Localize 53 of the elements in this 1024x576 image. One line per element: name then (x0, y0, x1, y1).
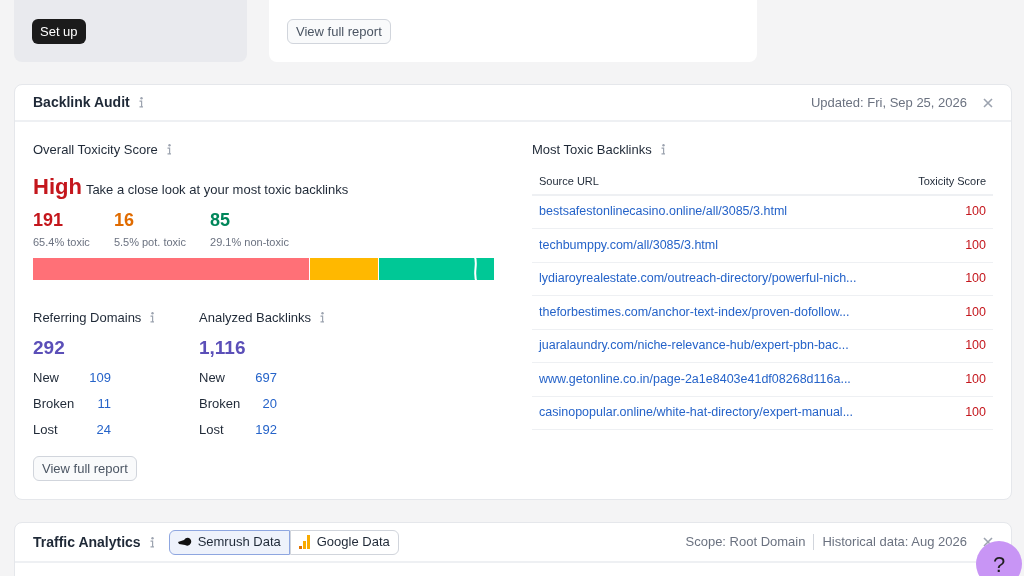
metric-link[interactable]: 697 (255, 368, 277, 388)
metric-label: Broken (33, 395, 75, 414)
metric-link[interactable]: 11 (97, 394, 111, 414)
metric-label: New (33, 369, 59, 388)
toxicity-score: 100 (965, 270, 986, 288)
column-header: Toxicity Score (918, 174, 986, 190)
url-link[interactable]: bestsafestonlinecasino.online/all/3085/3.html (539, 202, 788, 222)
stat-value: 16 (113, 208, 135, 232)
view-report-button[interactable]: View full report (33, 456, 137, 481)
url-link[interactable]: www.getonline.co.in/page-2a1e8403e41df08268d116a... (539, 369, 851, 389)
toxicity-score: 100 (965, 236, 986, 254)
column-header: Source URL (539, 174, 599, 190)
metric-label: Lost (199, 421, 224, 440)
metric-label: New (199, 369, 225, 388)
metric-label: Lost (33, 421, 58, 440)
metric-total: 292 (33, 335, 66, 360)
metric-label: Broken (199, 395, 241, 414)
stat-value: 85 (210, 208, 232, 232)
scope-label: Scope: Root Domain (685, 533, 806, 552)
help-button[interactable]: ? (976, 541, 1022, 576)
card-title: Traffic Analytics (33, 532, 141, 552)
section-title: Most Toxic Backlinks (532, 141, 652, 159)
toxicity-score: 100 (965, 370, 986, 388)
metric-link[interactable]: 20 (262, 394, 277, 414)
stat-value: 191 (33, 208, 65, 232)
toxicity-message: Take a close look at your most toxic backlinks (85, 180, 349, 199)
metric-total: 1,116 (199, 335, 247, 360)
toxicity-score: 100 (965, 404, 986, 422)
section-title: Overall Toxicity Score (33, 141, 158, 159)
updated-date: Updated: Fri, Sep 25, 2026 (810, 93, 967, 112)
stat-label: 29.1% non-toxic (210, 234, 289, 250)
toxicity-score: 100 (965, 203, 986, 221)
url-link[interactable]: casinopopular.online/white-hat-directory/expert-manual... (539, 403, 854, 423)
url-link[interactable]: theforbestimes.com/anchor-text-index/proven-dofollow... (539, 302, 850, 322)
metric-title: Referring Domains (33, 309, 142, 327)
stat-label: 5.5% pot. toxic (113, 234, 187, 250)
url-link[interactable]: techbumppy.com/all/3085/3.html (539, 235, 719, 255)
setup-button[interactable]: Set up (32, 19, 86, 44)
metric-link[interactable]: 109 (89, 368, 111, 388)
data-source-tab[interactable]: Semrush Data (168, 529, 290, 555)
url-link[interactable]: juaralaundry.com/niche-relevance-hub/expert-pbn-bac... (539, 336, 849, 356)
url-link[interactable]: lydiaroyrealestate.com/outreach-directory/powerful-nich... (539, 269, 857, 289)
toxicity-level: High (33, 172, 82, 201)
stat-label: 65.4% toxic (33, 234, 90, 250)
toxicity-score: 100 (965, 303, 986, 321)
metric-title: Analyzed Backlinks (199, 309, 311, 327)
toxicity-score: 100 (965, 337, 986, 355)
metric-link[interactable]: 24 (96, 420, 111, 440)
data-source-tab[interactable]: Google Data (289, 529, 399, 555)
card-title: Backlink Audit (33, 93, 130, 112)
metric-link[interactable]: 192 (255, 420, 277, 440)
historical-data-label: Historical data: Aug 2026 (822, 533, 967, 552)
view-report-button[interactable]: View full report (287, 19, 391, 44)
